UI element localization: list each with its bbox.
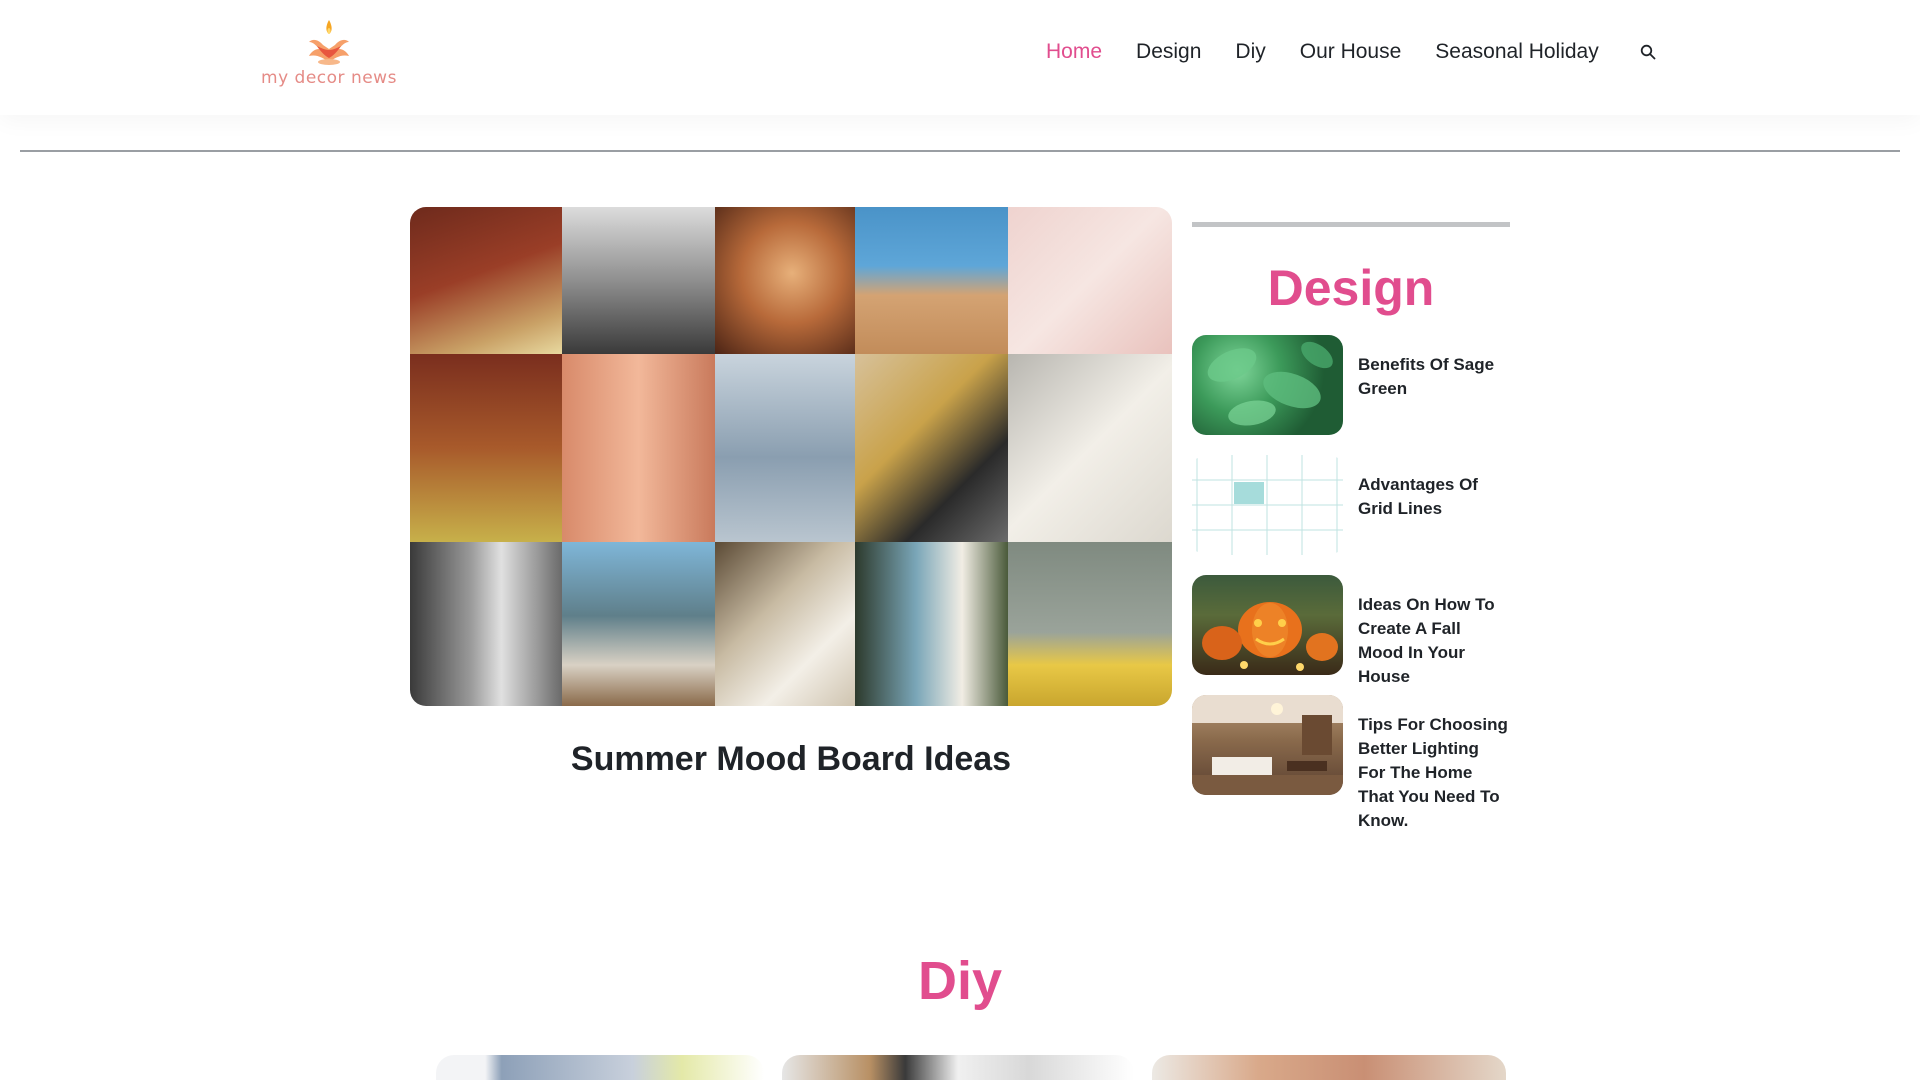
diy-card-2[interactable] — [782, 1055, 1134, 1080]
main-nav: Home Design Diy Our House Seasonal Holid… — [1046, 40, 1659, 64]
sidebar-post[interactable]: Tips For Choosing Better Lighting For Th… — [1192, 695, 1510, 830]
logo-text: my decor news — [261, 68, 397, 88]
collage-tile — [562, 354, 715, 542]
collage-tile — [715, 354, 855, 542]
nav-item-seasonal-holiday[interactable]: Seasonal Holiday — [1435, 40, 1598, 64]
post-thumbnail-living-room[interactable] — [1192, 695, 1343, 795]
post-thumbnail-sage-leaves[interactable] — [1192, 335, 1343, 435]
sidebar-post-title[interactable]: Tips For Choosing Better Lighting For Th… — [1358, 713, 1510, 833]
site-logo[interactable]: my decor news — [258, 18, 400, 98]
collage-tile — [1008, 542, 1172, 706]
search-button[interactable] — [1637, 41, 1659, 63]
header-divider — [20, 150, 1900, 152]
sidebar-title[interactable]: Design — [1192, 263, 1510, 313]
featured-article-image[interactable] — [410, 207, 1172, 706]
sidebar-post[interactable]: Benefits Of Sage Green — [1192, 335, 1510, 455]
collage-tile — [562, 207, 715, 354]
sidebar-divider — [1192, 222, 1510, 227]
nav-item-our-house[interactable]: Our House — [1300, 40, 1402, 64]
nav-item-home[interactable]: Home — [1046, 40, 1102, 64]
collage-tile — [855, 354, 1008, 542]
sidebar-post[interactable]: Advantages Of Grid Lines — [1192, 455, 1510, 575]
collage-tile — [1008, 354, 1172, 542]
collage-tile — [410, 354, 562, 542]
featured-article-title[interactable]: Summer Mood Board Ideas — [410, 740, 1172, 779]
collage-tile — [562, 542, 715, 706]
collage-tile — [410, 207, 562, 354]
collage-tile — [715, 207, 855, 354]
diy-card-1[interactable] — [436, 1055, 764, 1080]
diya-lamp-icon — [309, 20, 349, 65]
collage-tile — [855, 542, 1008, 706]
collage-tile — [715, 542, 855, 706]
sidebar-post-title[interactable]: Ideas On How To Create A Fall Mood In Yo… — [1358, 593, 1510, 689]
collage-tile — [410, 542, 562, 706]
sidebar-post-title[interactable]: Benefits Of Sage Green — [1358, 353, 1510, 401]
nav-item-design[interactable]: Design — [1136, 40, 1201, 64]
sidebar-post[interactable]: Ideas On How To Create A Fall Mood In Yo… — [1192, 575, 1510, 695]
section-title-diy[interactable]: Diy — [0, 954, 1920, 1008]
collage-tile — [1008, 207, 1172, 354]
sidebar-design: Design Benefits Of Sage Green Advantages… — [1192, 222, 1510, 830]
sidebar-post-list: Benefits Of Sage Green Advantages Of Gri… — [1192, 335, 1510, 830]
site-header: my decor news Home Design Diy Our House … — [0, 0, 1920, 115]
nav-item-diy[interactable]: Diy — [1235, 40, 1265, 64]
diy-card-3[interactable] — [1152, 1055, 1506, 1080]
post-thumbnail-pumpkins[interactable] — [1192, 575, 1343, 675]
post-thumbnail-grid-lines[interactable] — [1192, 455, 1343, 555]
sidebar-post-title[interactable]: Advantages Of Grid Lines — [1358, 473, 1510, 521]
collage-tile — [855, 207, 1008, 354]
search-icon — [1640, 44, 1656, 60]
